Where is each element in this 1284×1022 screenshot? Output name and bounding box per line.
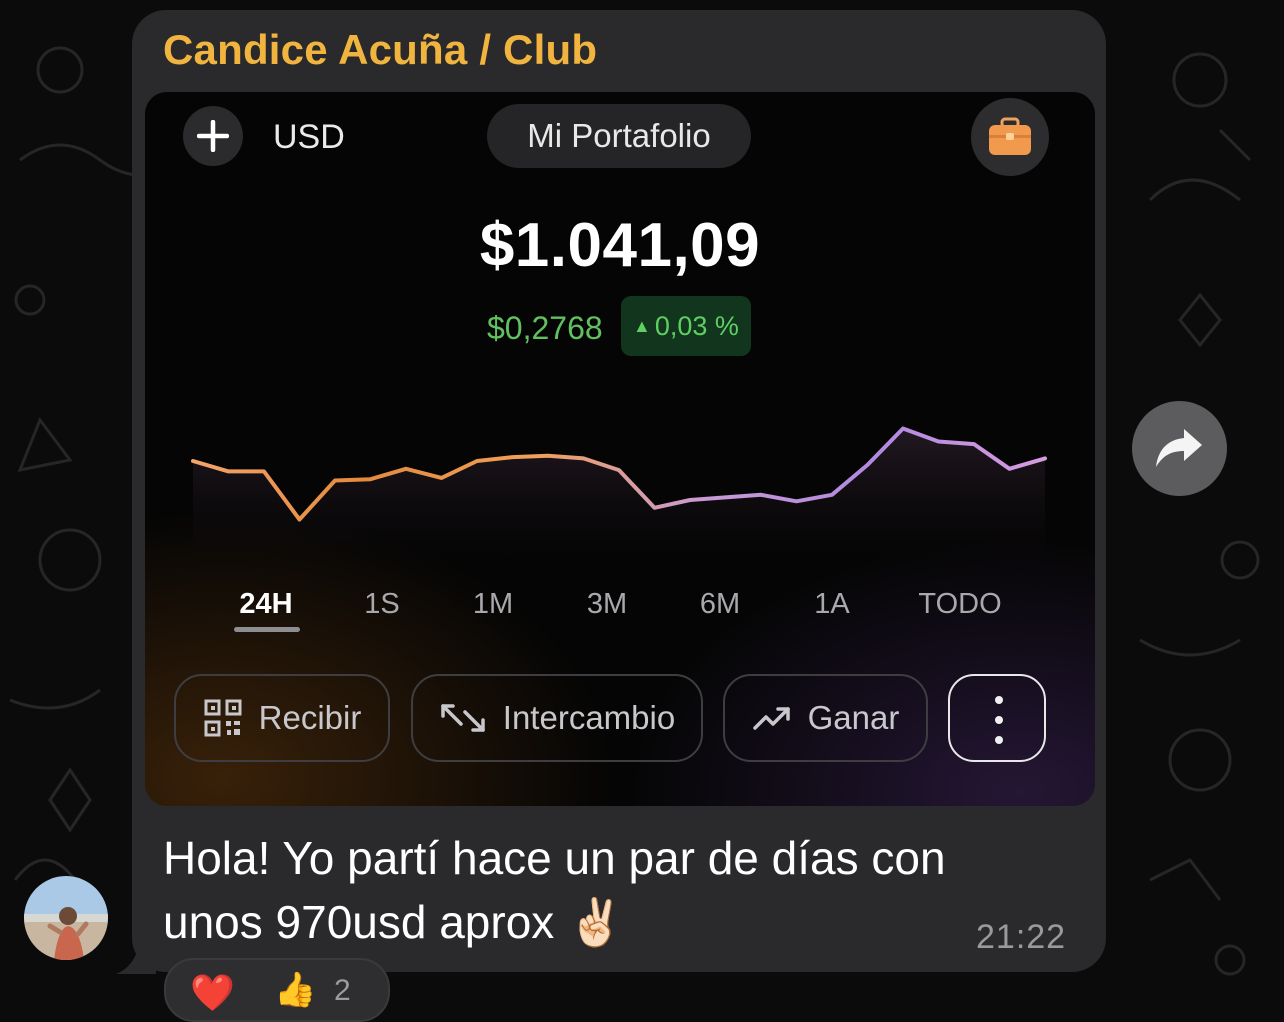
range-1a[interactable]: 1A [814, 588, 849, 621]
portfolio-selector[interactable]: Mi Portafolio [487, 104, 751, 168]
reactions-bar[interactable]: ❤️ 👍 2 [164, 958, 390, 1022]
exchange-button[interactable]: Intercambio [411, 674, 703, 762]
currency-label[interactable]: USD [273, 118, 345, 157]
earn-label: Ganar [807, 699, 900, 736]
message-line-2-text: unos 970usd aprox [163, 896, 555, 948]
wallet-button[interactable] [971, 98, 1049, 176]
swap-arrows-icon [441, 704, 485, 732]
victory-hand-emoji: ✌🏻 [567, 895, 625, 949]
portfolio-line-chart[interactable] [145, 412, 1095, 562]
range-1s[interactable]: 1S [364, 588, 399, 621]
earn-button[interactable]: Ganar [723, 674, 928, 762]
heart-reaction[interactable]: ❤️ [190, 972, 235, 1014]
attached-screenshot[interactable]: USD Mi Portafolio $1.041,09 $0,2768 ▲ 0,0… [145, 92, 1095, 806]
briefcase-icon [989, 117, 1031, 155]
message-timestamp: 21:22 [976, 918, 1067, 956]
range-todo[interactable]: TODO [918, 588, 1001, 621]
plus-icon [197, 120, 229, 152]
message-line-1: Hola! Yo partí hace un par de días con [163, 832, 946, 884]
exchange-label: Intercambio [502, 699, 676, 736]
message-text[interactable]: Hola! Yo partí hace un par de días con u… [163, 826, 1053, 954]
sender-name[interactable]: Candice Acuña / Club [163, 26, 597, 74]
receive-label: Recibir [258, 699, 362, 736]
change-amount: $0,2768 [487, 310, 603, 346]
active-range-indicator [234, 627, 300, 632]
change-percent: 0,03 % [654, 311, 739, 341]
portfolio-balance: $1.041,09 [479, 211, 761, 280]
range-24h[interactable]: 24H [239, 588, 292, 621]
range-1m[interactable]: 1M [473, 588, 513, 621]
more-options-button[interactable] [948, 674, 1046, 762]
message-line-2: unos 970usd aprox ✌🏻 [163, 890, 1053, 954]
reaction-count: 2 [334, 974, 351, 1007]
trending-up-icon [752, 707, 790, 730]
qr-code-icon [204, 699, 242, 737]
vertical-dots-icon [995, 696, 1003, 704]
receive-button[interactable]: Recibir [174, 674, 390, 762]
thumbs-up-reaction[interactable]: 👍 [274, 970, 316, 1010]
sender-avatar[interactable] [24, 876, 108, 960]
change-percent-badge: ▲ 0,03 % [621, 296, 751, 356]
forward-message-button[interactable] [1132, 401, 1227, 496]
share-arrow-icon [1156, 429, 1202, 467]
range-3m[interactable]: 3M [587, 588, 627, 621]
range-6m[interactable]: 6M [700, 588, 740, 621]
add-button[interactable] [183, 106, 243, 166]
up-triangle-icon: ▲ [633, 316, 651, 336]
